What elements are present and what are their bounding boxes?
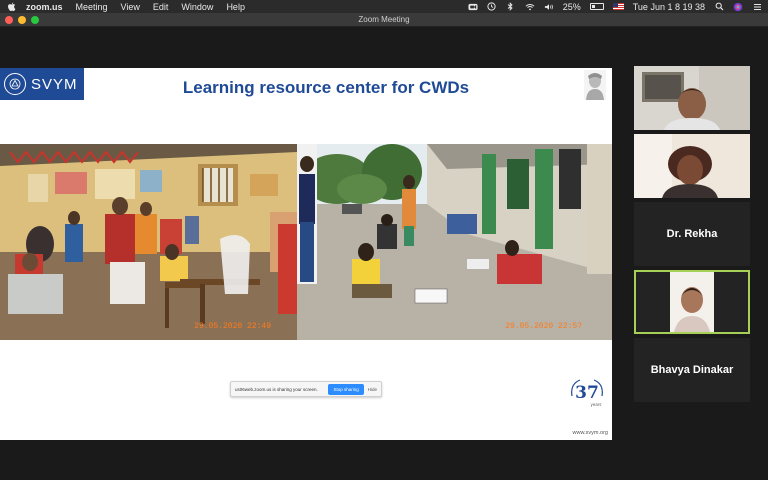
classroom-photo: 29.05.2020 22:49 (0, 144, 297, 340)
photo-left-timestamp: 29.05.2020 22:49 (194, 322, 271, 331)
anniversary-badge: 37 years (566, 376, 608, 410)
hide-share-bar-button[interactable]: Hide (368, 387, 377, 392)
menu-app-name[interactable]: zoom.us (26, 2, 63, 12)
slide-title: Learning resource center for CWDs (182, 78, 470, 97)
share-status-text: us06web.zoom.us is sharing your screen. (235, 386, 318, 392)
logo-text: SVYM (31, 75, 78, 93)
bluetooth-icon[interactable] (506, 2, 516, 11)
participant-video-woman-small (636, 272, 748, 332)
menu-bar: zoom.us Meeting View Edit Window Help 25… (0, 0, 768, 13)
participant-video-woman (634, 134, 750, 198)
slide-url: www.svym.org (572, 430, 608, 436)
siri-icon[interactable] (733, 2, 743, 11)
outdoor-activity-photo: 29.05.2020 22:5? (297, 144, 612, 340)
founder-portrait-icon (584, 70, 606, 100)
battery-icon[interactable] (589, 3, 604, 10)
menu-window[interactable]: Window (181, 2, 213, 12)
menu-edit[interactable]: Edit (153, 2, 169, 12)
participant-video-man (634, 66, 750, 130)
input-source-flag-icon[interactable] (612, 3, 624, 10)
menubar-clock[interactable]: Tue Jun 1 8 19 38 (633, 2, 705, 12)
anniversary-number: 37 (575, 383, 599, 403)
menu-meeting[interactable]: Meeting (76, 2, 108, 12)
anniversary-sub: years (590, 402, 601, 407)
participant-tile-bhavya-dinakar[interactable]: Bhavya Dinakar (634, 338, 750, 402)
zoom-status-icon[interactable] (468, 2, 478, 11)
participant-video-tile[interactable] (634, 66, 750, 130)
window-title: Zoom Meeting (358, 15, 410, 24)
stop-sharing-button[interactable]: Stop sharing (328, 383, 364, 395)
shared-screen[interactable]: SVYM Learning resource center for CWDs 2… (0, 68, 612, 440)
photo-right-timestamp: 29.05.2020 22:5? (505, 322, 582, 331)
participant-video-tile[interactable] (634, 134, 750, 198)
time-machine-icon[interactable] (487, 2, 497, 11)
participant-name: Dr. Rekha (666, 228, 718, 240)
battery-percent: 25% (562, 1, 581, 12)
spotlight-search-icon[interactable] (714, 2, 724, 11)
volume-icon[interactable] (544, 2, 554, 11)
window-title-bar: Zoom Meeting (0, 13, 768, 27)
apple-icon[interactable] (6, 2, 16, 12)
screen-share-bar: us06web.zoom.us is sharing your screen. … (230, 381, 382, 397)
participant-tile-dr-rekha[interactable]: Dr. Rekha (634, 202, 750, 266)
notification-center-icon[interactable] (752, 2, 762, 11)
menu-view[interactable]: View (121, 2, 140, 12)
participant-name: Bhavya Dinakar (650, 364, 734, 376)
svym-seal-icon (4, 73, 26, 95)
menu-help[interactable]: Help (226, 2, 245, 12)
meeting-stage: SVYM Learning resource center for CWDs 2… (0, 28, 768, 480)
svym-logo: SVYM (0, 68, 84, 100)
active-speaker-tile[interactable] (634, 270, 750, 334)
wifi-icon[interactable] (525, 2, 535, 11)
